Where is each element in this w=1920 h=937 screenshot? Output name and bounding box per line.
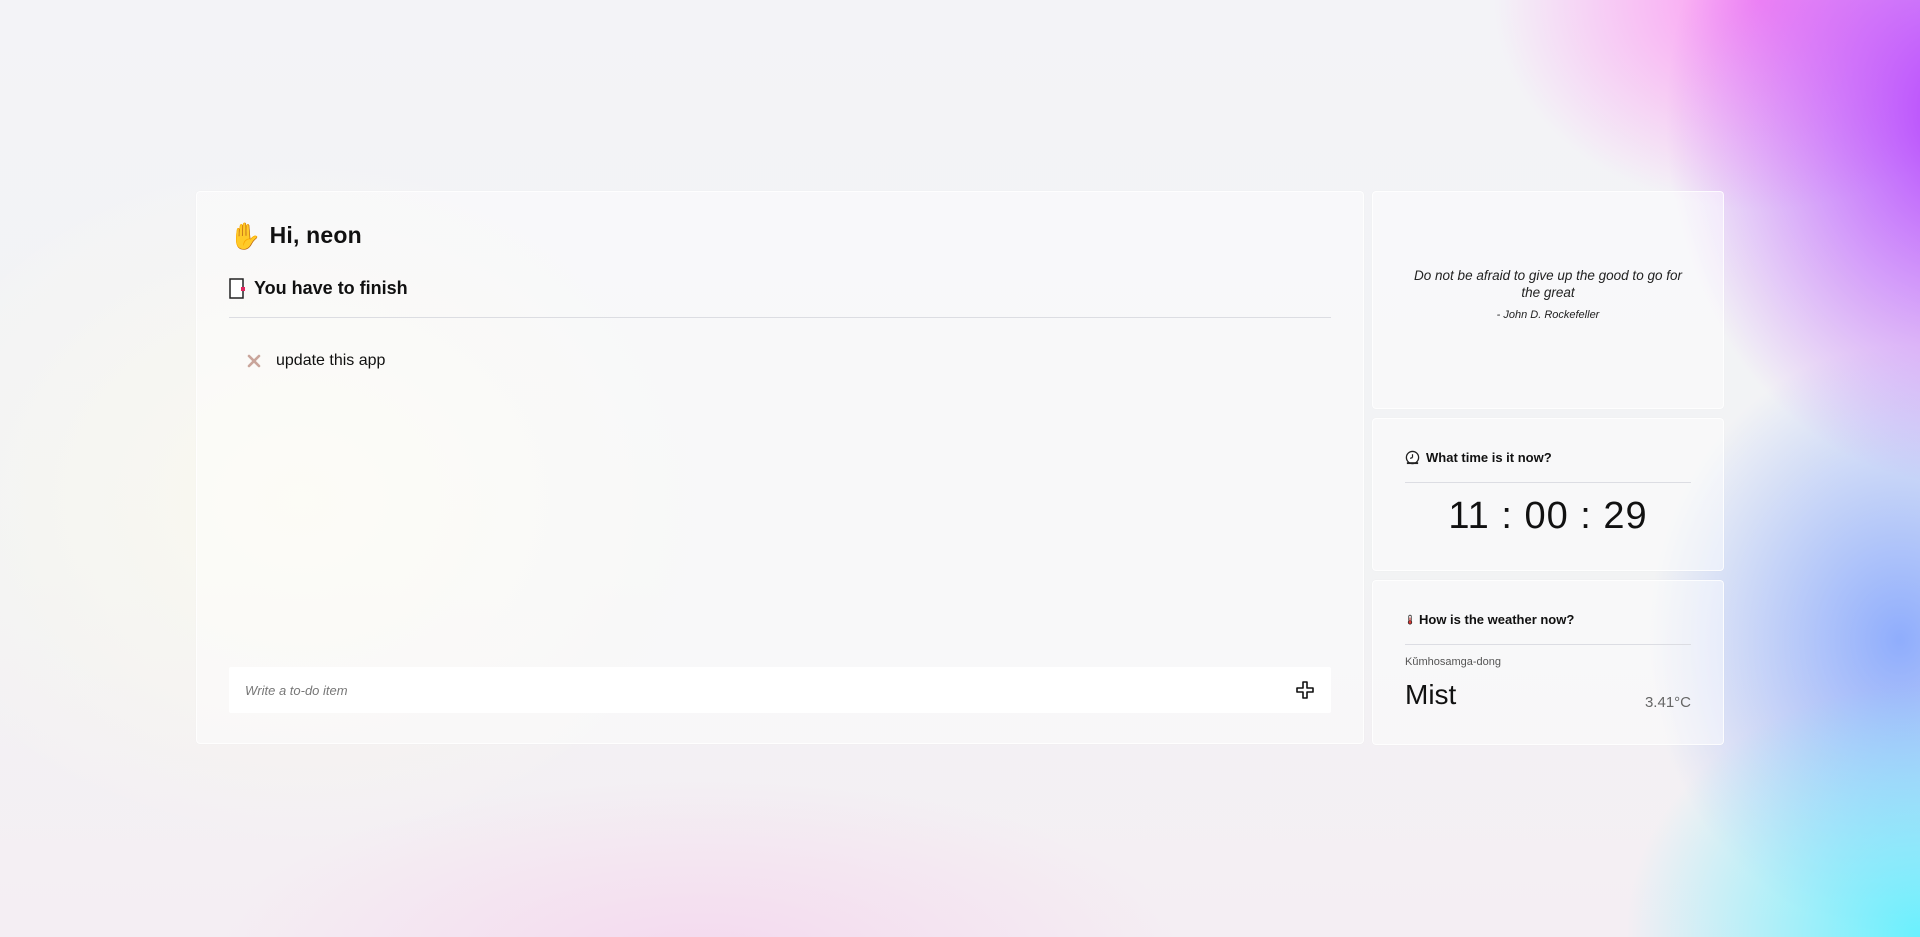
clock-heading-text: What time is it now?	[1426, 450, 1552, 465]
greeting: ✋ Hi, neon	[229, 222, 362, 249]
document-icon	[229, 278, 246, 299]
clock-time: 11 : 00 : 29	[1448, 495, 1648, 537]
plus-icon	[1296, 681, 1314, 699]
clock-heading: What time is it now?	[1405, 450, 1552, 465]
weather-panel: How is the weather now? Kŭmhosamga-dong …	[1372, 580, 1724, 745]
waving-hand-icon: ✋	[229, 220, 262, 251]
weather-description: Mist	[1405, 679, 1457, 710]
todo-list: update this app	[229, 347, 1331, 375]
todo-divider	[229, 317, 1331, 318]
weather-divider	[1405, 644, 1691, 645]
weather-location: Kŭmhosamga-dong	[1405, 656, 1502, 668]
quote-panel: Do not be afraid to give up the good to …	[1372, 191, 1724, 409]
weather-temperature: 3.41°C	[1644, 694, 1691, 711]
todo-input-bar	[229, 666, 1331, 714]
quote-text: Do not be afraid to give up the good to …	[1414, 268, 1682, 300]
weather-heading: How is the weather now?	[1405, 612, 1574, 627]
clock-divider	[1405, 482, 1691, 483]
clock-icon	[1405, 450, 1420, 465]
quote-author: - John D. Rockefeller	[1496, 309, 1600, 321]
todo-panel: ✋ Hi, neon You have to finish update thi…	[196, 191, 1364, 744]
add-todo-button[interactable]	[1295, 680, 1315, 700]
todo-input[interactable]	[229, 666, 1295, 714]
delete-item-button[interactable]	[246, 353, 262, 369]
todo-heading-text: You have to finish	[254, 278, 408, 298]
clock-panel: What time is it now? 11 : 00 : 29	[1372, 418, 1724, 571]
close-x-icon	[247, 354, 261, 368]
thermometer-icon	[1407, 614, 1413, 625]
greeting-text: Hi, neon	[269, 222, 362, 248]
list-item: update this app	[229, 347, 1331, 375]
todo-heading: You have to finish	[229, 278, 408, 299]
todo-item-text: update this app	[276, 352, 386, 369]
weather-heading-text: How is the weather now?	[1419, 612, 1575, 627]
